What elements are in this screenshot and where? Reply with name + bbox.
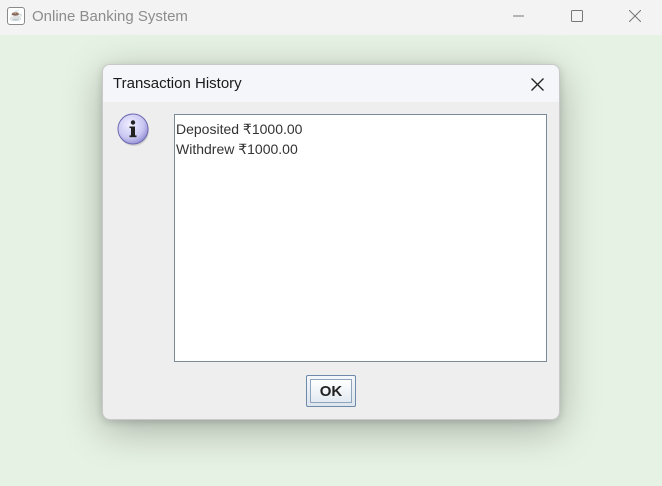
close-button[interactable] [612,0,658,32]
maximize-button[interactable] [554,0,600,32]
history-line: Withdrew ₹1000.00 [176,141,298,157]
dialog-titlebar: Transaction History [103,65,559,102]
info-icon [117,113,149,146]
java-cup-icon: ☕ [7,7,25,25]
maximize-icon [571,10,583,22]
minimize-button[interactable] [496,0,542,32]
close-icon [629,10,641,22]
ok-button[interactable]: OK [306,375,356,407]
dialog-title: Transaction History [113,75,242,92]
close-icon [530,77,544,91]
ok-button-label: OK [310,379,352,403]
window-titlebar: ☕ Online Banking System [0,0,662,35]
history-line: Deposited ₹1000.00 [176,121,303,137]
dialog-close-button[interactable] [521,68,553,100]
minimize-icon [513,15,524,17]
transaction-history-dialog: Transaction History Deposited ₹1000.00 W… [102,64,560,420]
transaction-history-text-area[interactable]: Deposited ₹1000.00 Withdrew ₹1000.00 [174,114,547,362]
window-title: Online Banking System [32,8,188,25]
